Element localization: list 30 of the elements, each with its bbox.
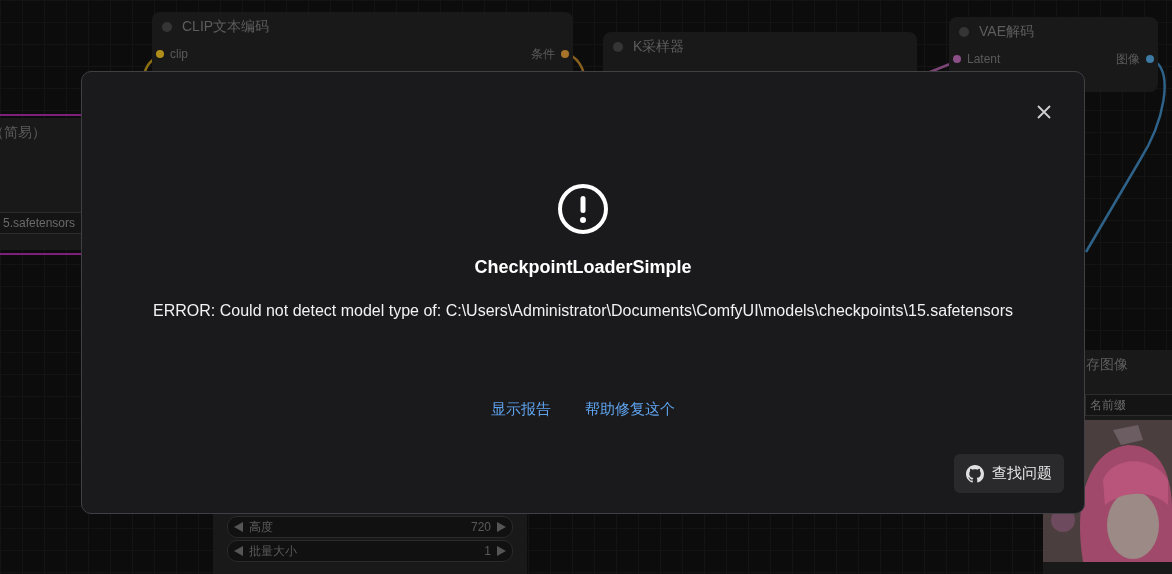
output-label: 条件 (531, 45, 555, 63)
left-arrow-icon[interactable] (234, 522, 243, 532)
output-label: 图像 (1116, 50, 1140, 68)
node-title: 存图像 (1086, 356, 1128, 374)
output-dot[interactable] (1146, 55, 1154, 63)
node-title: VAE解码 (979, 23, 1034, 41)
github-icon (966, 464, 984, 483)
right-arrow-icon[interactable] (497, 546, 506, 556)
right-arrow-icon[interactable] (497, 522, 506, 532)
dialog-title: CheckpointLoaderSimple (474, 257, 692, 278)
dialog-link[interactable]: 显示报告 (491, 400, 551, 419)
close-icon (1037, 105, 1051, 119)
left-arrow-icon[interactable] (234, 546, 243, 556)
number-widget[interactable]: 批量大小 1 (227, 540, 513, 562)
dialog-link[interactable]: 帮助修复这个 (585, 400, 675, 419)
input-dot[interactable] (156, 50, 164, 58)
input-dot[interactable] (953, 55, 961, 63)
error-message: ERROR: Could not detect model type of: C:\Users\Administrator\Documents\ComfyUI\models\checkpoints\15.safetensors (153, 302, 1013, 320)
input-label: clip (170, 47, 188, 61)
text-widget[interactable]: 名前缀 (1085, 394, 1172, 416)
output-dot[interactable] (561, 50, 569, 58)
node-title: K采样器 (633, 38, 685, 56)
status-dot (613, 42, 623, 52)
input-label: Latent (967, 52, 1001, 66)
number-widget[interactable]: 高度 720 (227, 516, 513, 538)
status-dot (162, 22, 172, 32)
status-dot (959, 27, 969, 37)
node-title: CLIP文本编码 (182, 18, 270, 36)
find-issue-button[interactable]: 查找问题 (954, 454, 1064, 493)
warning-icon (557, 183, 609, 235)
